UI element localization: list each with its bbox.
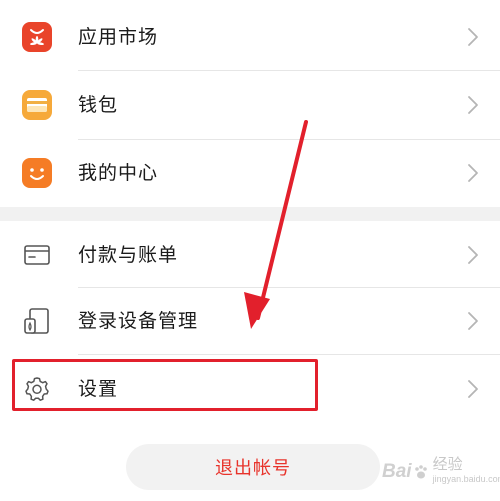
wallet-icon: [22, 90, 52, 120]
menu-item-label: 登录设备管理: [78, 310, 199, 332]
chevron-right-icon: [468, 28, 478, 46]
menu-item-label: 应用市场: [78, 26, 159, 48]
chevron-right-icon: [468, 246, 478, 264]
card-icon: [24, 245, 50, 265]
chevron-right-icon: [468, 312, 478, 330]
my-center-icon: [22, 158, 52, 188]
menu-item-wallet[interactable]: 钱包: [0, 71, 500, 139]
paw-icon: [414, 465, 427, 479]
menu-item-label: 我的中心: [78, 162, 159, 184]
chevron-right-icon: [468, 96, 478, 114]
menu-item-app-market[interactable]: 应用市场: [0, 3, 500, 71]
menu-group-apps: 应用市场 钱包 我的中心: [0, 0, 500, 207]
menu-item-my-center[interactable]: 我的中心: [0, 139, 500, 207]
watermark-brand: Bai: [382, 461, 412, 482]
devices-icon: [24, 308, 49, 334]
watermark-suffix: 经验 jingyan.baidu.com: [432, 456, 500, 484]
menu-item-label: 钱包: [78, 94, 119, 116]
menu-item-label: 付款与账单: [78, 244, 179, 266]
highlight-box: [12, 359, 318, 411]
logout-button[interactable]: 退出帐号: [126, 444, 380, 490]
chevron-right-icon: [468, 164, 478, 182]
menu-item-device-management[interactable]: 登录设备管理: [0, 287, 500, 355]
section-separator: [0, 207, 500, 221]
app-market-icon: [22, 22, 52, 52]
menu-item-payments-bills[interactable]: 付款与账单: [0, 221, 500, 289]
chevron-right-icon: [468, 380, 478, 398]
baidu-watermark: Bai 经验 jingyan.baidu.com: [382, 452, 500, 492]
account-menu-page: 应用市场 钱包 我的中心 付款与账单 登录设备管理 设置 退出帐号 Bai 经验…: [0, 0, 500, 501]
